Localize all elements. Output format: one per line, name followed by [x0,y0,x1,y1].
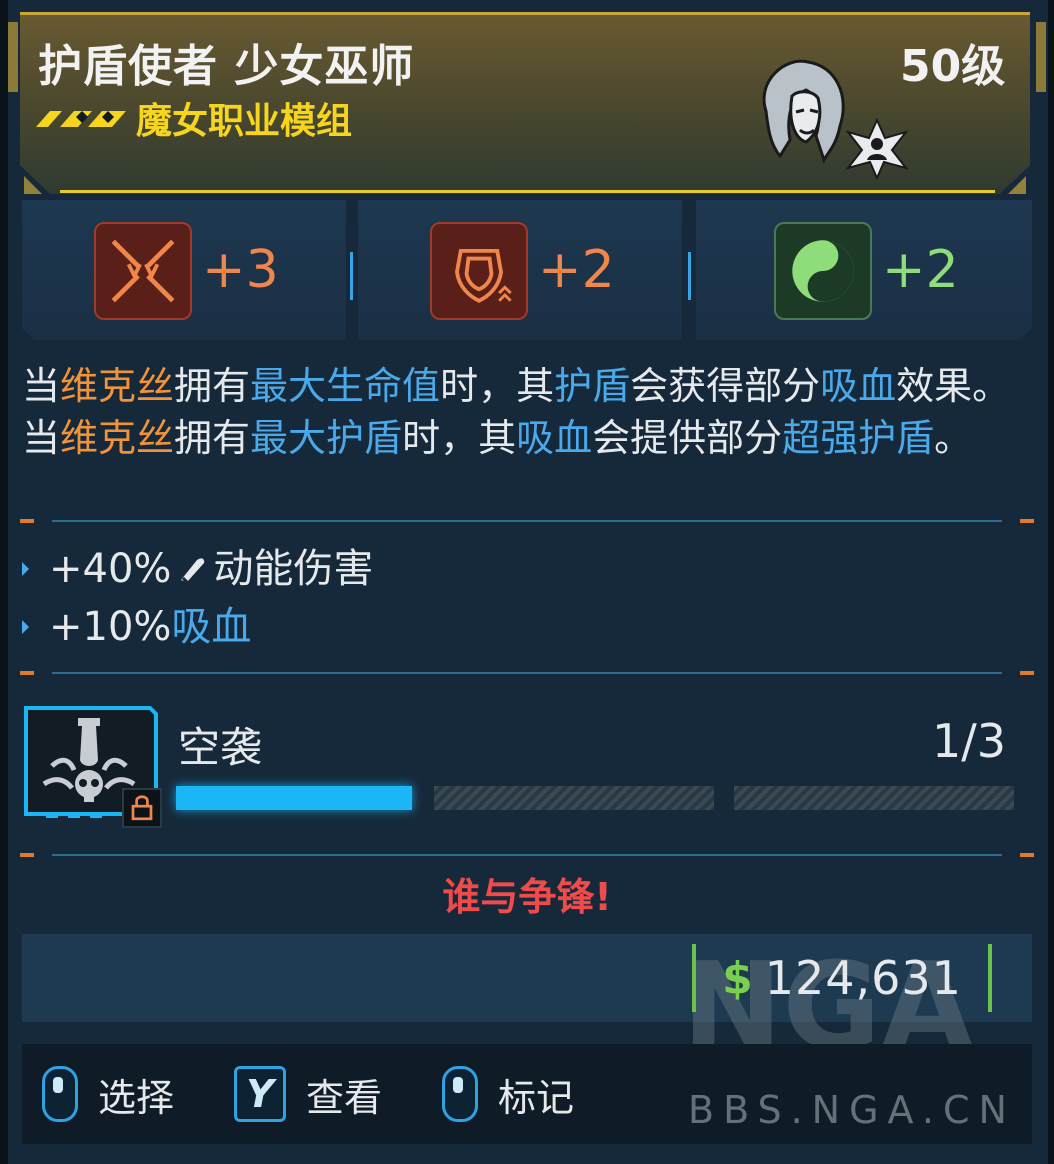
keyword-vex: 维克丝 [60,416,175,460]
separator-mark [1020,671,1034,675]
item-level: 50级 [900,41,1006,92]
class-mod-badge-icon [845,118,909,180]
bullet-icon [181,558,205,584]
stat-value-2: +2 [538,240,615,300]
item-type: 魔女职业模组 [136,101,353,142]
item-title: 护盾使者 少女巫师 [38,41,415,92]
separator-mark [20,671,34,675]
rarity-chevrons-icon [36,111,126,127]
select-label: 选择 [98,1075,175,1120]
stat-value-1: +3 [202,240,279,300]
keyword-shield: 护盾 [554,364,631,408]
right-mouse-icon [442,1066,478,1122]
header-side-accent-left [8,22,18,92]
separator-mark [20,519,34,523]
corner-triangle-right [1008,176,1026,194]
separator-mark [1020,519,1034,523]
separator-mark [1020,853,1034,857]
frame-edge-right [1048,0,1054,1164]
keyword-vex: 维克丝 [60,364,175,408]
y-key-icon: Y [234,1066,286,1122]
bullet-arrow-icon [22,562,29,576]
skill-name: 空袭 [178,723,263,772]
select-control[interactable]: 选择 [42,1064,174,1124]
bullet-arrow-icon [22,620,29,634]
skill-progress-filled [176,786,412,810]
keyword-lifesteal: 吸血 [820,364,897,408]
separator-mark [20,853,34,857]
keyword-overshield: 超强护盾 [782,416,935,460]
stat-divider [688,252,691,300]
bonus-list: +40% 动能伤害 +10% 吸血 [22,540,373,656]
header-bottom-line [60,190,995,193]
dollar-icon: $ [722,952,753,1004]
keyword-max-shield: 最大护盾 [250,416,403,460]
header-top-line [20,12,1030,15]
keyword-max-health: 最大生命值 [250,364,441,408]
keyword-lifesteal: 吸血 [516,416,593,460]
flavor-text: 谁与争锋! [442,875,612,919]
item-type-row: 魔女职业模组 [36,92,352,144]
separator [52,672,1002,674]
skill-progress-empty [434,786,714,810]
inspect-label: 查看 [306,1075,383,1120]
separator [52,520,1002,522]
separator [52,854,1002,856]
watermark-text: BBS.NGA.CN [688,1088,1016,1132]
item-description: 当维克丝拥有最大生命值时，其护盾会获得部分吸血效果。当维克丝拥有最大护盾时，其吸… [22,364,1011,460]
stat-divider [350,252,353,300]
corner-triangle-left [24,176,42,194]
bonus-item: +40% 动能伤害 [22,540,373,598]
bonus-item: +10% 吸血 [22,598,373,656]
skill-progress-empty [734,786,1014,810]
mark-label: 标记 [498,1075,575,1120]
vex-portrait-icon [762,59,845,164]
left-mouse-icon [42,1066,78,1122]
mark-control[interactable]: 标记 [442,1064,574,1124]
skill-points: 1/3 [932,714,1007,768]
yin-yang-gun-skill-icon[interactable] [774,222,872,320]
shield-skill-icon[interactable] [430,222,528,320]
inspect-control[interactable]: Y 查看 [234,1064,382,1124]
item-price: $ 124,631 [692,944,992,1012]
lock-icon [122,788,162,828]
header-side-accent-right [1036,22,1046,92]
stat-value-3: +2 [882,240,959,300]
price-amount: 124,631 [764,951,962,1005]
frame-edge-left [0,0,8,1164]
fangs-skill-icon[interactable] [94,222,192,320]
